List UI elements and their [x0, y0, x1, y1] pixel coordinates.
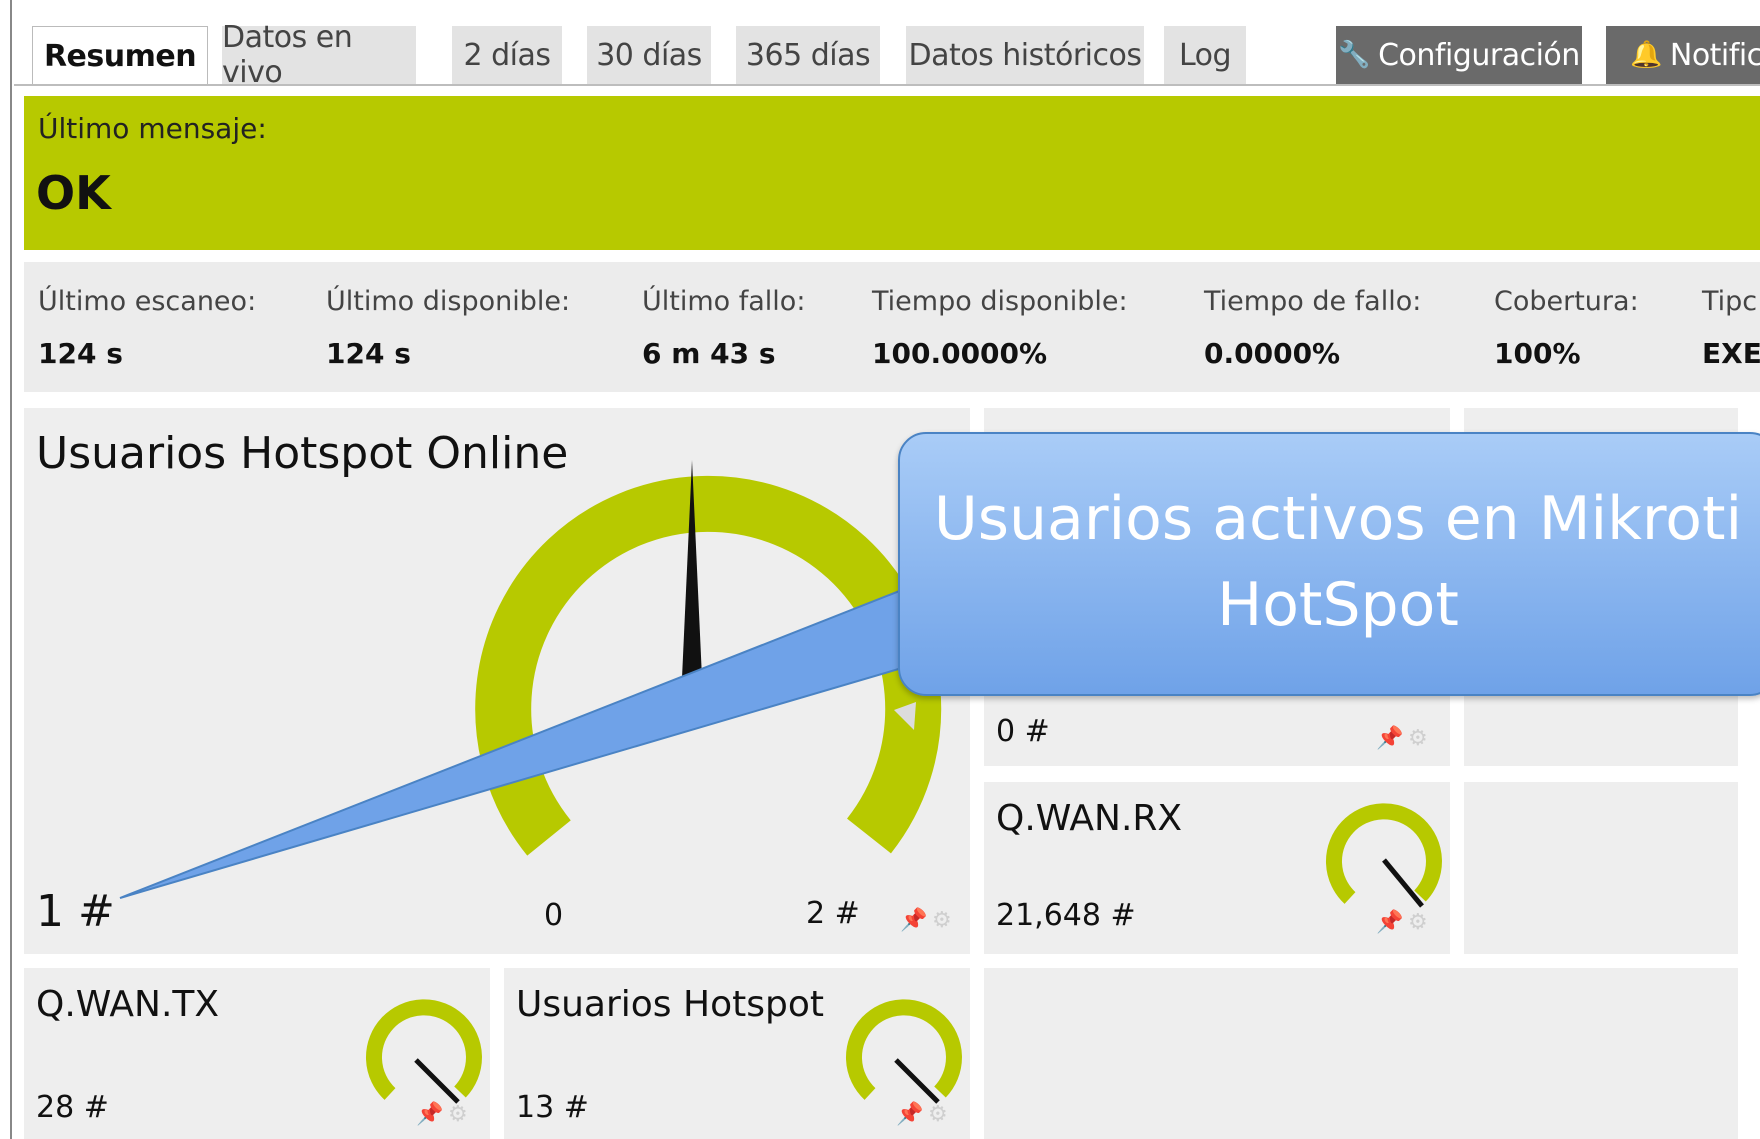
callout-line-2: HotSpot [1217, 570, 1459, 640]
callout-bubble: Usuarios activos en Mikroti HotSpot [898, 432, 1760, 696]
callout-tail [119, 588, 903, 899]
callout-line-1: Usuarios activos en Mikroti [933, 484, 1743, 554]
